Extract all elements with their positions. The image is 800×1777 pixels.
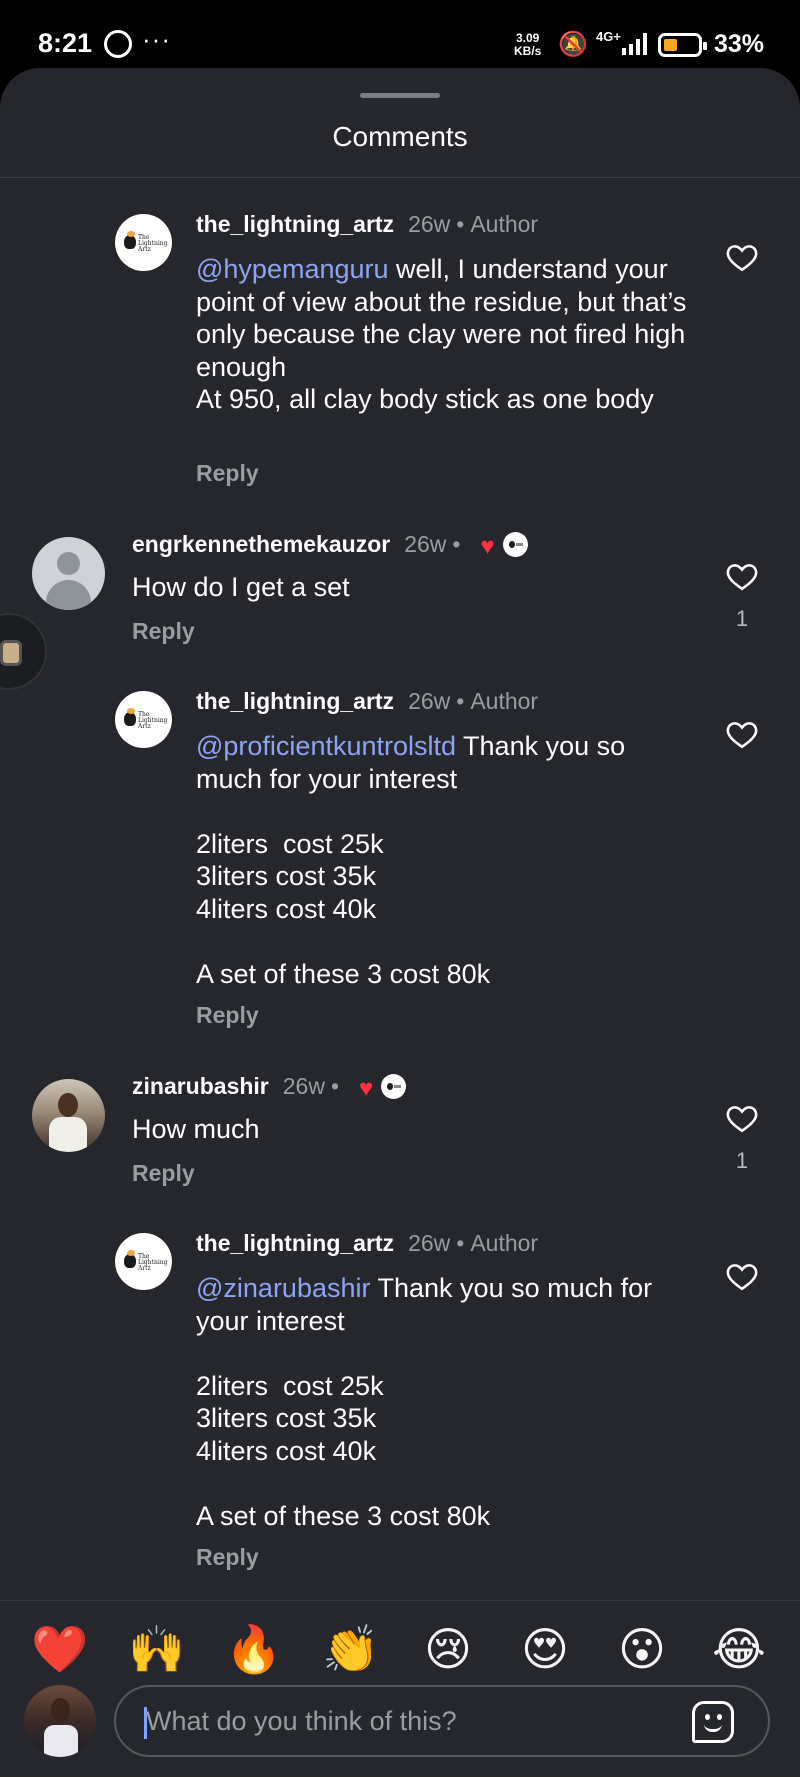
whatsapp-notification-icon [104, 30, 132, 58]
reply-button[interactable]: Reply [132, 618, 195, 645]
comment-time: 26w [408, 688, 451, 714]
comment-input-box [114, 1685, 770, 1757]
comment-time: 26w [282, 1073, 325, 1099]
comment-text: How do I get a set [132, 572, 350, 602]
like-heart-icon[interactable] [725, 240, 759, 274]
comment-text: How much [132, 1114, 260, 1144]
comment-meta: the_lightning_artz 26w • Author [196, 688, 539, 714]
emoji-fire[interactable]: 🔥 [223, 1621, 285, 1677]
creator-avatar-mini [502, 532, 528, 557]
author-badge: Author [470, 688, 539, 714]
comment-meta: the_lightning_artz 26w • Author [196, 211, 539, 237]
comment-username[interactable]: zinarubashir [132, 1073, 269, 1099]
avatar[interactable]: The Lightning Artz [115, 691, 172, 748]
sheet-title: Comments [332, 121, 468, 152]
comment-username[interactable]: engrkennethemekauzor [132, 531, 390, 557]
comment-time: 26w [408, 211, 451, 237]
my-avatar [24, 1685, 96, 1757]
avatar[interactable]: The Lightning Artz [115, 1233, 172, 1290]
emoji-crying[interactable]: 😢 [417, 1621, 479, 1677]
like-heart-icon[interactable] [725, 717, 759, 751]
author-badge: Author [470, 1230, 539, 1256]
emoji-raising-hands[interactable]: 🙌 [126, 1621, 188, 1677]
comment-composer: ❤️ 🙌 🔥 👏 😢 😍 😮 😂 [0, 1600, 800, 1777]
comments-sheet: Comments The Lightning Artz the_lightnin… [0, 68, 800, 1777]
creator-avatar-mini [381, 1074, 407, 1099]
comment-meta: zinarubashir 26w • ♥ [132, 1073, 407, 1103]
comment-username[interactable]: the_lightning_artz [196, 688, 394, 714]
emoji-surprised[interactable]: 😮 [611, 1621, 673, 1677]
mute-icon: 🔕 [558, 31, 588, 58]
more-notifications-icon: ··· [142, 24, 171, 54]
like-heart-icon[interactable] [725, 559, 759, 593]
status-bar: 8:21 ··· 3.09 KB/s 🔕 4G+ 33% [0, 0, 800, 70]
emoji-laughing[interactable]: 😂 [708, 1621, 770, 1677]
reply-button[interactable]: Reply [196, 1544, 259, 1571]
floating-bubble[interactable] [0, 613, 47, 690]
comment-meta: the_lightning_artz 26w • Author [196, 1230, 539, 1256]
avatar[interactable] [32, 537, 105, 610]
emoji-heart[interactable]: ❤️ [29, 1621, 91, 1677]
creator-liked-heart-icon: ♥ [480, 533, 495, 560]
like-count: 1 [735, 606, 749, 631]
comment-time: 26w [408, 1230, 451, 1256]
divider [0, 177, 800, 178]
status-time: 8:21 [38, 28, 93, 58]
like-count: 1 [735, 1148, 749, 1173]
drag-handle[interactable] [360, 93, 440, 98]
creator-liked-heart-icon: ♥ [359, 1075, 374, 1102]
avatar[interactable]: The Lightning Artz [115, 214, 172, 271]
mention-link[interactable]: @zinarubashir [196, 1273, 371, 1303]
sticker-icon[interactable] [692, 1701, 734, 1743]
like-heart-icon[interactable] [725, 1101, 759, 1135]
author-badge: Author [470, 211, 539, 237]
reply-button[interactable]: Reply [196, 460, 259, 487]
like-heart-icon[interactable] [725, 1259, 759, 1293]
reply-button[interactable]: Reply [132, 1160, 195, 1187]
comment-username[interactable]: the_lightning_artz [196, 211, 394, 237]
network-type: 4G+ [596, 29, 621, 44]
comment-text: @proficientkuntrolsltd Thank you so much… [196, 731, 626, 990]
avatar[interactable] [32, 1079, 105, 1152]
reply-button[interactable]: Reply [196, 1002, 259, 1029]
signal-icon [622, 33, 647, 55]
emoji-reaction-bar: ❤️ 🙌 🔥 👏 😢 😍 😮 😂 [0, 1621, 800, 1681]
comment-username[interactable]: the_lightning_artz [196, 1230, 394, 1256]
battery-icon [658, 33, 707, 57]
comment-time: 26w [404, 531, 447, 557]
comment-input[interactable] [146, 1687, 686, 1755]
comment-meta: engrkennethemekauzor 26w • ♥ [132, 531, 528, 561]
mention-link[interactable]: @hypemanguru [196, 254, 389, 284]
comment-text: @zinarubashir Thank you so much for your… [196, 1273, 653, 1532]
comment-text: @hypemanguru well, I understand your poi… [196, 254, 687, 415]
emoji-clap[interactable]: 👏 [320, 1621, 382, 1677]
emoji-heart-eyes[interactable]: 😍 [514, 1621, 576, 1677]
battery-percent: 33% [714, 30, 765, 58]
mention-link[interactable]: @proficientkuntrolsltd [196, 731, 456, 761]
network-speed: 3.09 KB/s [514, 31, 542, 58]
